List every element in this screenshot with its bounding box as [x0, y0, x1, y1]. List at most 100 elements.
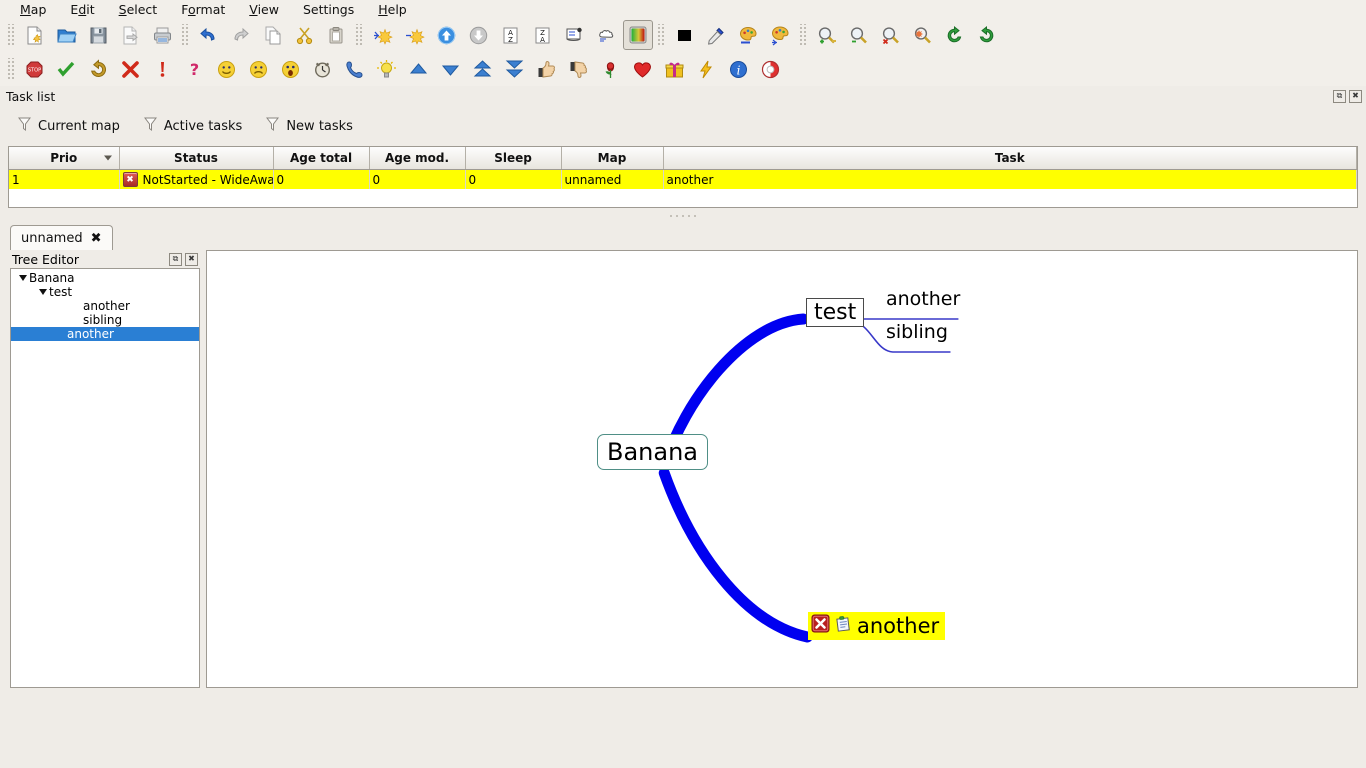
arrow-up-icon[interactable] — [403, 54, 433, 84]
tree-node-test[interactable]: test — [11, 285, 199, 299]
column-header-age-mod[interactable]: Age mod. — [369, 147, 466, 170]
sort-az-icon[interactable]: AZ — [495, 20, 525, 50]
alarm-clock-icon[interactable] — [307, 54, 337, 84]
move-up-icon[interactable] — [431, 20, 461, 50]
copy-icon[interactable] — [257, 20, 287, 50]
rotate-left-icon[interactable] — [939, 20, 969, 50]
print-icon[interactable] — [147, 20, 177, 50]
toolbar-grip-3[interactable] — [355, 24, 363, 46]
open-folder-icon[interactable] — [51, 20, 81, 50]
column-header-status[interactable]: Status — [119, 147, 274, 170]
tree-node-sibling[interactable]: sibling — [11, 313, 199, 327]
exclamation-icon[interactable] — [147, 54, 177, 84]
mindmap-canvas[interactable]: Banana test another sibling another — [206, 250, 1358, 688]
filter-new-tasks[interactable]: New tasks — [266, 117, 353, 136]
menu-format[interactable]: Format — [169, 1, 237, 18]
menu-select[interactable]: Select — [107, 1, 170, 18]
column-header-map[interactable]: Map — [561, 147, 664, 170]
zoom-reset-icon[interactable] — [875, 20, 905, 50]
heart-icon[interactable] — [627, 54, 657, 84]
column-header-prio[interactable]: Prio — [9, 147, 120, 170]
collapse-node-icon[interactable] — [399, 20, 429, 50]
sort-za-icon[interactable]: ZA — [527, 20, 557, 50]
gift-icon[interactable] — [659, 54, 689, 84]
icon-toolbar-grip[interactable] — [7, 58, 15, 80]
check-icon[interactable] — [51, 54, 81, 84]
new-file-icon[interactable] — [19, 20, 49, 50]
tasklist-close-button[interactable]: ✖ — [1349, 89, 1362, 103]
arrow-down-icon[interactable] — [435, 54, 465, 84]
horizontal-splitter[interactable] — [0, 208, 1366, 224]
menu-view[interactable]: View — [237, 1, 291, 18]
undo-icon[interactable] — [193, 20, 223, 50]
black-square-icon[interactable] — [669, 20, 699, 50]
tree-node-label: another — [83, 299, 130, 313]
menu-help[interactable]: Help — [366, 1, 419, 18]
tree-node-label: Banana — [29, 271, 75, 285]
cloud-icon[interactable] — [591, 20, 621, 50]
filter-active-tasks[interactable]: Active tasks — [143, 117, 242, 136]
chevron-down-icon[interactable] — [37, 289, 49, 295]
question-icon[interactable]: ? — [179, 54, 209, 84]
rose-icon[interactable] — [595, 54, 625, 84]
phone-icon[interactable] — [339, 54, 369, 84]
smiley-surprised-icon[interactable] — [275, 54, 305, 84]
column-header-age-total[interactable]: Age total — [273, 147, 370, 170]
thumbs-down-icon[interactable] — [563, 54, 593, 84]
cut-icon[interactable] — [289, 20, 319, 50]
zoom-out-icon[interactable] — [843, 20, 873, 50]
mindmap-node-sibling[interactable]: sibling — [886, 321, 948, 343]
cross-icon[interactable] — [115, 54, 145, 84]
filter-current-map[interactable]: Current map — [18, 117, 120, 136]
note-icon[interactable] — [559, 20, 589, 50]
mindmap-node-test[interactable]: test — [806, 298, 865, 327]
move-down-icon[interactable] — [463, 20, 493, 50]
toolbar-grip-5[interactable] — [799, 24, 807, 46]
table-row[interactable]: 1 ✖ NotStarted - WideAwa... 0 0 0 unname… — [9, 169, 1357, 189]
lightning-icon[interactable] — [691, 54, 721, 84]
save-icon[interactable] — [83, 20, 113, 50]
toolbar-grip-2[interactable] — [181, 24, 189, 46]
mindmap-node-another-highlighted[interactable]: another — [808, 612, 946, 640]
mindmap-root-node[interactable]: Banana — [597, 434, 709, 470]
tree-node-banana[interactable]: Banana — [11, 271, 199, 285]
gradient-color-icon[interactable] — [623, 20, 653, 50]
thumbs-up-icon[interactable] — [531, 54, 561, 84]
info-icon[interactable]: i — [723, 54, 753, 84]
smiley-happy-icon[interactable] — [211, 54, 241, 84]
menu-settings[interactable]: Settings — [291, 1, 366, 18]
tab-unnamed[interactable]: unnamed ✖ — [10, 225, 113, 250]
rotate-right-icon[interactable] — [971, 20, 1001, 50]
export-icon[interactable] — [115, 20, 145, 50]
column-header-sleep[interactable]: Sleep — [465, 147, 562, 170]
tree-node-another-child[interactable]: another — [11, 299, 199, 313]
smiley-sad-icon[interactable] — [243, 54, 273, 84]
expand-node-icon[interactable] — [367, 20, 397, 50]
tree-editor-close-button[interactable]: ✖ — [185, 252, 198, 266]
lightbulb-icon[interactable] — [371, 54, 401, 84]
zoom-fit-icon[interactable] — [907, 20, 937, 50]
close-icon[interactable]: ✖ — [91, 231, 102, 246]
tree-editor-float-button[interactable]: ⧉ — [169, 252, 182, 266]
redo-icon[interactable] — [225, 20, 255, 50]
chevron-down-icon[interactable] — [17, 275, 29, 281]
zoom-in-icon[interactable] — [811, 20, 841, 50]
lifebuoy-icon[interactable] — [755, 54, 785, 84]
paste-icon[interactable] — [321, 20, 351, 50]
arrow-double-up-icon[interactable] — [467, 54, 497, 84]
column-header-task[interactable]: Task — [663, 147, 1357, 170]
tree-editor-body[interactable]: Banana test another sibling another — [10, 268, 200, 688]
arrow-double-down-icon[interactable] — [499, 54, 529, 84]
toolbar-grip[interactable] — [7, 24, 15, 46]
toolbar-grip-4[interactable] — [657, 24, 665, 46]
tree-node-another-selected[interactable]: another — [11, 327, 199, 341]
palette-font-icon[interactable] — [733, 20, 763, 50]
palette-node-icon[interactable] — [765, 20, 795, 50]
menu-map[interactable]: Map — [8, 1, 58, 18]
mindmap-node-another-child[interactable]: another — [886, 288, 960, 310]
stop-icon[interactable]: STOP — [19, 54, 49, 84]
tasklist-float-button[interactable]: ⧉ — [1333, 89, 1346, 103]
menu-edit[interactable]: Edit — [58, 1, 106, 18]
redo-arrow-icon[interactable] — [83, 54, 113, 84]
eyedropper-icon[interactable] — [701, 20, 731, 50]
